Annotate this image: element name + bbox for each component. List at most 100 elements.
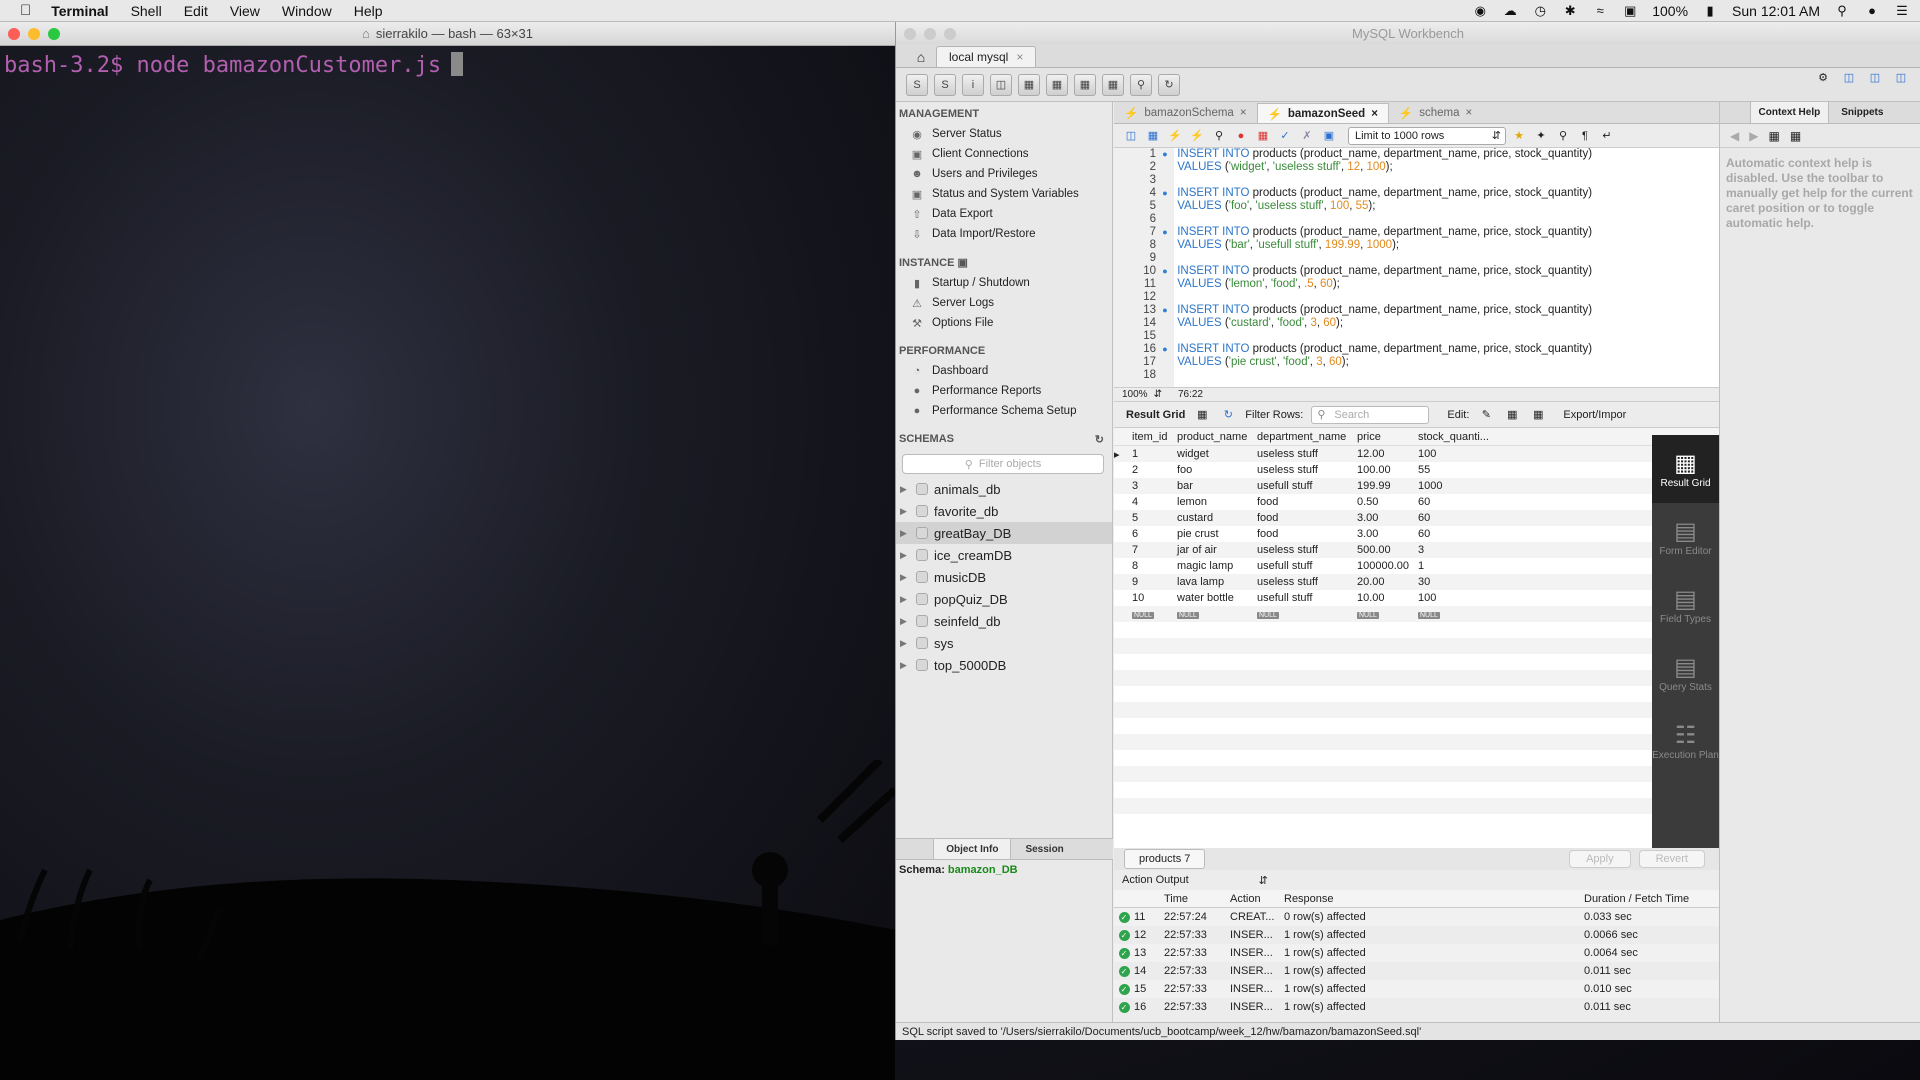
schema-item[interactable]: ▶ seinfeld_db xyxy=(896,610,1112,632)
airplay-icon[interactable]: ▣ xyxy=(1622,4,1638,18)
new-sql-tab-icon[interactable]: S xyxy=(906,73,928,96)
table-cell[interactable]: 60 xyxy=(1415,528,1495,540)
schema-filter-input[interactable]: ⚲ Filter objects xyxy=(902,454,1104,474)
table-cell[interactable]: 100.00 xyxy=(1354,464,1415,476)
inspector-icon[interactable]: i xyxy=(962,73,984,96)
wb-minimize-button[interactable] xyxy=(924,28,936,40)
table-cell[interactable]: 100 xyxy=(1415,448,1495,460)
output-row[interactable]: ✓ 16 22:57:33 INSER... 1 row(s) affected 0.01… xyxy=(1114,998,1719,1016)
table-row-new[interactable]: NULL NULL NULL NULL NULL xyxy=(1114,606,1719,622)
close-icon[interactable]: × xyxy=(1240,107,1247,119)
table-cell[interactable]: NULL xyxy=(1254,608,1354,620)
table-cell[interactable]: 10 xyxy=(1129,592,1174,604)
disclosure-triangle-icon[interactable]: ▶ xyxy=(900,484,910,495)
nav-server-logs[interactable]: ⚠ Server Logs xyxy=(896,293,1112,313)
table-cell[interactable]: 3.00 xyxy=(1354,528,1415,540)
side-button-execution-plan[interactable]: ☷ Execution Plan xyxy=(1652,707,1719,775)
disclosure-triangle-icon[interactable]: ▶ xyxy=(900,616,910,627)
execute-current-icon[interactable]: ⚡ xyxy=(1188,127,1206,145)
commit-icon[interactable]: ✓ xyxy=(1276,127,1294,145)
invisible-chars-icon[interactable]: ¶ xyxy=(1576,127,1594,145)
zoom-level[interactable]: 100% xyxy=(1122,389,1148,400)
table-cell[interactable]: water bottle xyxy=(1174,592,1254,604)
stop-icon[interactable]: ● xyxy=(1232,127,1250,145)
battery-icon[interactable]: ▮ xyxy=(1702,4,1718,18)
edit-row-icon[interactable]: ✎ xyxy=(1477,406,1495,424)
disclosure-triangle-icon[interactable]: ▶ xyxy=(900,660,910,671)
disclosure-triangle-icon[interactable]: ▶ xyxy=(900,594,910,605)
col-header[interactable]: stock_quanti... xyxy=(1415,431,1495,443)
schema-item[interactable]: ▶ animals_db xyxy=(896,478,1112,500)
insert-row-icon[interactable]: ▦ xyxy=(1503,406,1521,424)
time-machine-icon[interactable]: ◷ xyxy=(1532,4,1548,18)
nav-users-privileges[interactable]: ☻ Users and Privileges xyxy=(896,164,1112,184)
create-function-icon[interactable]: ▦ xyxy=(1102,73,1124,96)
side-button-field-types[interactable]: ▤ Field Types xyxy=(1652,571,1719,639)
table-cell[interactable]: 55 xyxy=(1415,464,1495,476)
table-cell[interactable]: 9 xyxy=(1129,576,1174,588)
table-cell[interactable]: 500.00 xyxy=(1354,544,1415,556)
workbench-titlebar[interactable]: MySQL Workbench xyxy=(896,22,1920,44)
table-row[interactable]: 10 water bottle usefull stuff 10.00 100 xyxy=(1114,590,1719,606)
table-cell[interactable]: NULL xyxy=(1354,608,1415,620)
disclosure-triangle-icon[interactable]: ▶ xyxy=(900,506,910,517)
table-row[interactable]: 5 custard food 3.00 60 xyxy=(1114,510,1719,526)
result-tab-products[interactable]: products 7 xyxy=(1124,849,1206,869)
beautify-icon[interactable]: ✦ xyxy=(1532,127,1550,145)
disclosure-triangle-icon[interactable]: ▶ xyxy=(900,572,910,583)
schema-item[interactable]: ▶ ice_creamDB xyxy=(896,544,1112,566)
table-cell[interactable]: NULL xyxy=(1174,608,1254,620)
battery-percent[interactable]: 100% xyxy=(1652,3,1688,19)
nav-options-file[interactable]: ⚒ Options File xyxy=(896,313,1112,333)
schema-item[interactable]: ▶ greatBay_DB xyxy=(896,522,1112,544)
filter-rows-input[interactable]: ⚲ Search xyxy=(1311,405,1430,424)
refresh-icon[interactable]: ↻ xyxy=(1219,406,1237,424)
side-button-result-grid[interactable]: ▦ Result Grid xyxy=(1652,435,1719,503)
notification-center-icon[interactable]: ☰ xyxy=(1894,4,1910,18)
table-cell[interactable]: 100 xyxy=(1415,592,1495,604)
chevron-updown-icon[interactable]: ⇵ xyxy=(1259,874,1268,887)
cloud-icon[interactable]: ☁ xyxy=(1502,4,1518,18)
rollback-icon[interactable]: ✗ xyxy=(1298,127,1316,145)
table-cell[interactable]: lava lamp xyxy=(1174,576,1254,588)
tab-bamazon-seed[interactable]: ⚡ bamazonSeed × xyxy=(1256,103,1389,123)
find-icon[interactable]: ⚲ xyxy=(1554,127,1572,145)
disclosure-triangle-icon[interactable]: ▶ xyxy=(900,528,910,539)
schema-item[interactable]: ▶ sys xyxy=(896,632,1112,654)
tab-schema[interactable]: ⚡ schema × xyxy=(1389,103,1482,123)
refresh-schemas-icon[interactable]: ↻ xyxy=(1095,433,1104,446)
result-grid[interactable]: item_id product_name department_name pri… xyxy=(1114,428,1719,848)
table-cell[interactable]: usefull stuff xyxy=(1254,480,1354,492)
table-cell[interactable]: 0.50 xyxy=(1354,496,1415,508)
terminal-titlebar[interactable]: ⌂ sierrakilo — bash — 63×31 xyxy=(0,22,895,46)
wrap-lines-icon[interactable]: ↵ xyxy=(1598,127,1616,145)
tab-local-mysql[interactable]: local mysql × xyxy=(936,46,1037,67)
tab-context-help[interactable]: Context Help xyxy=(1749,102,1830,123)
zoom-stepper-icon[interactable]: ⇵ xyxy=(1154,389,1162,400)
nav-startup-shutdown[interactable]: ▮ Startup / Shutdown xyxy=(896,273,1112,293)
table-row[interactable]: 4 lemon food 0.50 60 xyxy=(1114,494,1719,510)
table-cell[interactable]: 1 xyxy=(1415,560,1495,572)
close-icon[interactable]: × xyxy=(1016,50,1023,64)
menu-window[interactable]: Window xyxy=(282,3,332,19)
table-cell[interactable]: NULL xyxy=(1415,608,1495,620)
gear-icon[interactable]: ⚙ xyxy=(1814,68,1832,86)
table-cell[interactable]: food xyxy=(1254,528,1354,540)
table-cell[interactable]: magic lamp xyxy=(1174,560,1254,572)
menu-shell[interactable]: Shell xyxy=(131,3,162,19)
close-button[interactable] xyxy=(8,28,20,40)
menu-terminal[interactable]: Terminal xyxy=(51,3,108,19)
col-header[interactable]: item_id xyxy=(1129,431,1174,443)
schema-item[interactable]: ▶ favorite_db xyxy=(896,500,1112,522)
explain-icon[interactable]: ⚲ xyxy=(1210,127,1228,145)
save-icon[interactable]: ▦ xyxy=(1144,127,1162,145)
autocommit-icon[interactable]: ▣ xyxy=(1320,127,1338,145)
table-cell[interactable]: useless stuff xyxy=(1254,576,1354,588)
menu-view[interactable]: View xyxy=(230,3,260,19)
table-cell[interactable]: 7 xyxy=(1129,544,1174,556)
table-cell[interactable]: 3 xyxy=(1129,480,1174,492)
nav-data-import[interactable]: ⇩ Data Import/Restore xyxy=(896,224,1112,244)
wb-zoom-button[interactable] xyxy=(944,28,956,40)
manual-help-icon[interactable]: ▦ xyxy=(1768,129,1779,143)
tab-session[interactable]: Session xyxy=(1013,839,1075,859)
